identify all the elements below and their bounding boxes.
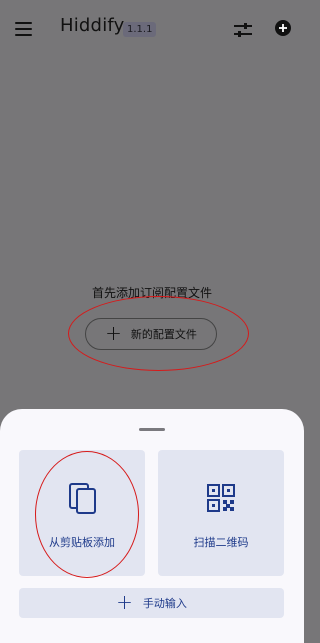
manual-entry-label: 手动输入 — [142, 597, 187, 610]
add-profile-sheet: 从剪贴板添加 扫描二维码 + 手动输入 — [0, 409, 304, 643]
add-profile-icon[interactable] — [272, 17, 294, 39]
scan-qr-button[interactable]: 扫描二维码 — [158, 450, 284, 576]
app-bar: Hiddify 1.1.1 — [0, 0, 304, 58]
qr-code-icon — [205, 480, 237, 516]
scan-label: 扫描二维码 — [193, 536, 249, 549]
new-profile-button[interactable]: + 新的配置文件 — [85, 318, 217, 350]
version-badge: 1.1.1 — [123, 22, 157, 37]
add-from-clipboard-button[interactable]: 从剪贴板添加 — [19, 450, 145, 576]
app-title: Hiddify — [60, 15, 125, 36]
plus-icon: + — [116, 590, 133, 614]
new-profile-label: 新的配置文件 — [130, 328, 197, 341]
plus-icon: + — [105, 321, 122, 345]
drag-handle[interactable] — [139, 428, 165, 431]
clipboard-icon — [66, 480, 98, 516]
manual-entry-button[interactable]: + 手动输入 — [19, 588, 284, 618]
clipboard-label: 从剪贴板添加 — [49, 536, 115, 549]
menu-icon[interactable] — [10, 16, 36, 42]
tune-icon[interactable] — [230, 17, 256, 43]
empty-state-hint: 首先添加订阅配置文件 — [91, 286, 212, 300]
